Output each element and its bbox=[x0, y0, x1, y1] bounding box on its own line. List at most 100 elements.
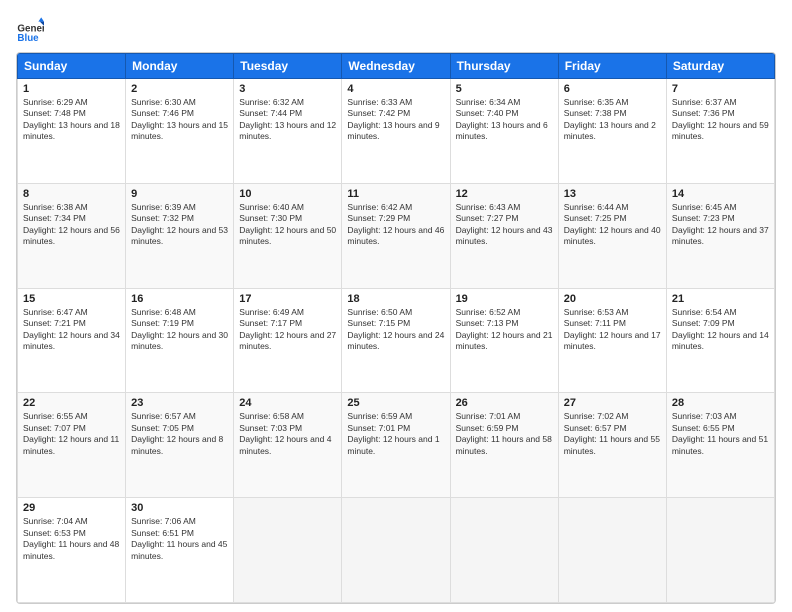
day-cell: 11 Sunrise: 6:42 AMSunset: 7:29 PMDayligh… bbox=[342, 183, 450, 288]
cell-info: Sunrise: 6:34 AMSunset: 7:40 PMDaylight:… bbox=[456, 97, 553, 143]
cell-info: Sunrise: 6:29 AMSunset: 7:48 PMDaylight:… bbox=[23, 97, 120, 143]
day-cell: 19 Sunrise: 6:52 AMSunset: 7:13 PMDayligh… bbox=[450, 288, 558, 393]
day-number: 19 bbox=[456, 293, 553, 305]
cell-info: Sunrise: 6:39 AMSunset: 7:32 PMDaylight:… bbox=[131, 202, 228, 248]
day-number: 6 bbox=[564, 83, 661, 95]
day-number: 12 bbox=[456, 188, 553, 200]
day-cell: 6 Sunrise: 6:35 AMSunset: 7:38 PMDaylight… bbox=[558, 79, 666, 184]
day-cell: 25 Sunrise: 6:59 AMSunset: 7:01 PMDayligh… bbox=[342, 393, 450, 498]
cell-info: Sunrise: 6:42 AMSunset: 7:29 PMDaylight:… bbox=[347, 202, 444, 248]
col-header-tuesday: Tuesday bbox=[234, 54, 342, 79]
day-cell: 8 Sunrise: 6:38 AMSunset: 7:34 PMDaylight… bbox=[18, 183, 126, 288]
day-number: 3 bbox=[239, 83, 336, 95]
cell-info: Sunrise: 7:01 AMSunset: 6:59 PMDaylight:… bbox=[456, 411, 553, 457]
cell-info: Sunrise: 7:03 AMSunset: 6:55 PMDaylight:… bbox=[672, 411, 769, 457]
week-row-3: 15 Sunrise: 6:47 AMSunset: 7:21 PMDayligh… bbox=[18, 288, 775, 393]
calendar: SundayMondayTuesdayWednesdayThursdayFrid… bbox=[16, 52, 776, 604]
cell-info: Sunrise: 6:35 AMSunset: 7:38 PMDaylight:… bbox=[564, 97, 661, 143]
day-cell bbox=[450, 498, 558, 603]
day-number: 4 bbox=[347, 83, 444, 95]
day-cell: 3 Sunrise: 6:32 AMSunset: 7:44 PMDaylight… bbox=[234, 79, 342, 184]
cell-info: Sunrise: 6:58 AMSunset: 7:03 PMDaylight:… bbox=[239, 411, 336, 457]
cell-info: Sunrise: 6:47 AMSunset: 7:21 PMDaylight:… bbox=[23, 307, 120, 353]
col-header-friday: Friday bbox=[558, 54, 666, 79]
col-header-thursday: Thursday bbox=[450, 54, 558, 79]
day-number: 30 bbox=[131, 502, 228, 514]
cell-info: Sunrise: 6:49 AMSunset: 7:17 PMDaylight:… bbox=[239, 307, 336, 353]
cell-info: Sunrise: 6:45 AMSunset: 7:23 PMDaylight:… bbox=[672, 202, 769, 248]
day-number: 29 bbox=[23, 502, 120, 514]
day-number: 25 bbox=[347, 397, 444, 409]
cell-info: Sunrise: 7:06 AMSunset: 6:51 PMDaylight:… bbox=[131, 516, 228, 562]
day-number: 14 bbox=[672, 188, 769, 200]
day-cell: 18Sunrise: 6:50 AMSunset: 7:15 PMDayligh… bbox=[342, 288, 450, 393]
week-row-1: 1 Sunrise: 6:29 AMSunset: 7:48 PMDaylight… bbox=[18, 79, 775, 184]
col-header-saturday: Saturday bbox=[666, 54, 774, 79]
day-cell: 27Sunrise: 7:02 AMSunset: 6:57 PMDayligh… bbox=[558, 393, 666, 498]
cell-info: Sunrise: 6:48 AMSunset: 7:19 PMDaylight:… bbox=[131, 307, 228, 353]
day-number: 1 bbox=[23, 83, 120, 95]
cell-info: Sunrise: 6:37 AMSunset: 7:36 PMDaylight:… bbox=[672, 97, 769, 143]
day-number: 26 bbox=[456, 397, 553, 409]
page: General Blue SundayMondayTuesdayWednesda… bbox=[0, 0, 792, 612]
day-cell bbox=[234, 498, 342, 603]
day-cell: 13 Sunrise: 6:44 AMSunset: 7:25 PMDayligh… bbox=[558, 183, 666, 288]
day-number: 18 bbox=[347, 293, 444, 305]
cell-info: Sunrise: 6:44 AMSunset: 7:25 PMDaylight:… bbox=[564, 202, 661, 248]
day-cell bbox=[666, 498, 774, 603]
day-number: 15 bbox=[23, 293, 120, 305]
col-header-monday: Monday bbox=[126, 54, 234, 79]
cell-info: Sunrise: 6:30 AMSunset: 7:46 PMDaylight:… bbox=[131, 97, 228, 143]
logo-icon: General Blue bbox=[16, 16, 44, 44]
logo: General Blue bbox=[16, 16, 48, 44]
day-number: 8 bbox=[23, 188, 120, 200]
day-number: 27 bbox=[564, 397, 661, 409]
cell-info: Sunrise: 6:38 AMSunset: 7:34 PMDaylight:… bbox=[23, 202, 120, 248]
day-cell: 15 Sunrise: 6:47 AMSunset: 7:21 PMDayligh… bbox=[18, 288, 126, 393]
cell-info: Sunrise: 6:53 AMSunset: 7:11 PMDaylight:… bbox=[564, 307, 661, 353]
cell-info: Sunrise: 6:55 AMSunset: 7:07 PMDaylight:… bbox=[23, 411, 120, 457]
day-number: 10 bbox=[239, 188, 336, 200]
day-number: 20 bbox=[564, 293, 661, 305]
cell-info: Sunrise: 6:54 AMSunset: 7:09 PMDaylight:… bbox=[672, 307, 769, 353]
day-number: 2 bbox=[131, 83, 228, 95]
day-number: 21 bbox=[672, 293, 769, 305]
day-number: 24 bbox=[239, 397, 336, 409]
day-cell: 12 Sunrise: 6:43 AMSunset: 7:27 PMDayligh… bbox=[450, 183, 558, 288]
day-number: 7 bbox=[672, 83, 769, 95]
day-cell bbox=[558, 498, 666, 603]
day-cell: 16 Sunrise: 6:48 AMSunset: 7:19 PMDayligh… bbox=[126, 288, 234, 393]
day-cell: 4 Sunrise: 6:33 AMSunset: 7:42 PMDaylight… bbox=[342, 79, 450, 184]
day-cell: 23 Sunrise: 6:57 AMSunset: 7:05 PMDayligh… bbox=[126, 393, 234, 498]
day-cell: 17Sunrise: 6:49 AMSunset: 7:17 PMDayligh… bbox=[234, 288, 342, 393]
cell-info: Sunrise: 6:52 AMSunset: 7:13 PMDaylight:… bbox=[456, 307, 553, 353]
day-cell: 30 Sunrise: 7:06 AMSunset: 6:51 PMDayligh… bbox=[126, 498, 234, 603]
cell-info: Sunrise: 6:57 AMSunset: 7:05 PMDaylight:… bbox=[131, 411, 228, 457]
day-cell: 5Sunrise: 6:34 AMSunset: 7:40 PMDaylight… bbox=[450, 79, 558, 184]
day-cell: 14 Sunrise: 6:45 AMSunset: 7:23 PMDayligh… bbox=[666, 183, 774, 288]
day-cell: 2 Sunrise: 6:30 AMSunset: 7:46 PMDaylight… bbox=[126, 79, 234, 184]
cell-info: Sunrise: 6:43 AMSunset: 7:27 PMDaylight:… bbox=[456, 202, 553, 248]
cell-info: Sunrise: 6:33 AMSunset: 7:42 PMDaylight:… bbox=[347, 97, 444, 143]
day-cell: 29Sunrise: 7:04 AMSunset: 6:53 PMDayligh… bbox=[18, 498, 126, 603]
day-number: 28 bbox=[672, 397, 769, 409]
day-cell: 28 Sunrise: 7:03 AMSunset: 6:55 PMDayligh… bbox=[666, 393, 774, 498]
day-cell: 1 Sunrise: 6:29 AMSunset: 7:48 PMDaylight… bbox=[18, 79, 126, 184]
col-header-sunday: Sunday bbox=[18, 54, 126, 79]
cell-info: Sunrise: 6:59 AMSunset: 7:01 PMDaylight:… bbox=[347, 411, 444, 457]
cell-info: Sunrise: 6:40 AMSunset: 7:30 PMDaylight:… bbox=[239, 202, 336, 248]
day-number: 23 bbox=[131, 397, 228, 409]
day-number: 16 bbox=[131, 293, 228, 305]
day-number: 11 bbox=[347, 188, 444, 200]
day-cell: 20 Sunrise: 6:53 AMSunset: 7:11 PMDayligh… bbox=[558, 288, 666, 393]
day-cell: 9Sunrise: 6:39 AMSunset: 7:32 PMDaylight… bbox=[126, 183, 234, 288]
col-header-wednesday: Wednesday bbox=[342, 54, 450, 79]
day-number: 22 bbox=[23, 397, 120, 409]
day-cell: 21 Sunrise: 6:54 AMSunset: 7:09 PMDayligh… bbox=[666, 288, 774, 393]
day-cell: 22 Sunrise: 6:55 AMSunset: 7:07 PMDayligh… bbox=[18, 393, 126, 498]
day-cell bbox=[342, 498, 450, 603]
week-row-4: 22 Sunrise: 6:55 AMSunset: 7:07 PMDayligh… bbox=[18, 393, 775, 498]
cell-info: Sunrise: 6:32 AMSunset: 7:44 PMDaylight:… bbox=[239, 97, 336, 143]
day-cell: 24 Sunrise: 6:58 AMSunset: 7:03 PMDayligh… bbox=[234, 393, 342, 498]
day-number: 13 bbox=[564, 188, 661, 200]
